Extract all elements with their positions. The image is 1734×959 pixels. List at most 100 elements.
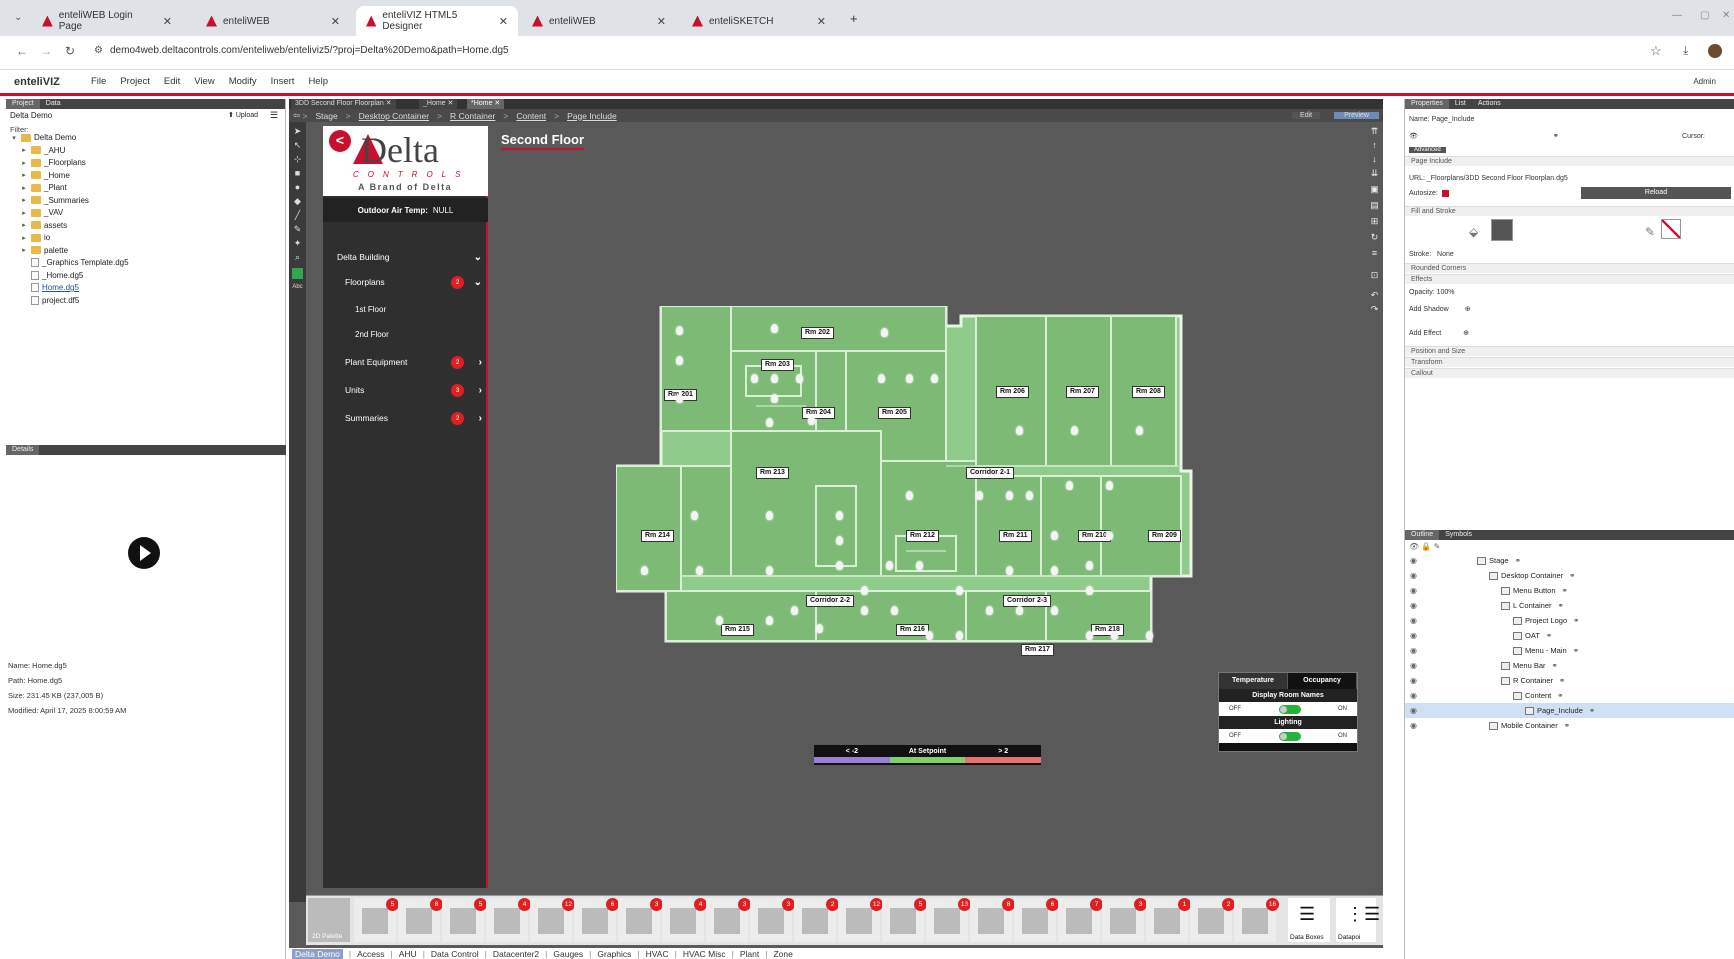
maximize-icon[interactable]: ▢ [1700,10,1709,21]
tree-folder[interactable]: ▾ Delta Demo [10,133,76,142]
outline-item[interactable]: ◉ OAT ⚭ [1405,628,1734,643]
palette-symbol[interactable]: 12 [530,898,575,942]
palette-category-tab[interactable]: Plant [740,949,759,959]
palette-symbol[interactable]: 6 [1014,898,1059,942]
expand-arrow-icon[interactable]: ▸ [20,146,28,154]
light-bulb-icon[interactable] [1016,606,1023,615]
fit-icon[interactable]: ⊡ [1369,270,1380,281]
url-input[interactable]: demo4web.deltacontrols.com/enteliweb/ent… [110,45,509,56]
lighting-toggle[interactable] [1278,731,1301,741]
link-icon[interactable]: ⚭ [1552,661,1558,670]
rounded-corners-section[interactable]: Rounded Corners [1405,263,1734,273]
lock-all-icon[interactable]: 🔒 [1421,542,1431,551]
light-bulb-icon[interactable] [796,374,803,383]
tree-folder[interactable]: ▸ _VAV [20,208,63,217]
light-bulb-icon[interactable] [1051,566,1058,575]
tree-folder[interactable]: ▸ _Plant [20,183,66,192]
room-label[interactable]: Rm 204 [802,407,835,419]
visibility-eye-icon[interactable]: ◉ [1410,661,1417,670]
visibility-eye-icon[interactable]: ◉ [1410,721,1417,730]
light-bulb-icon[interactable] [1146,631,1153,640]
palette-category-tab[interactable]: Delta Demo [292,948,343,959]
palette-category-tab[interactable]: Gauges [553,949,583,959]
room-label[interactable]: Rm 206 [996,386,1029,398]
menu-back-button[interactable]: < [329,130,351,152]
menu-project[interactable]: Project [120,76,150,87]
url-field[interactable]: _Floorplans/3DD Second Floor Floorplan.d… [1427,175,1568,182]
data-boxes-button[interactable]: ☰ Data Boxes [1288,898,1330,942]
tab-project[interactable]: Project [6,99,40,109]
direct-select-tool-icon[interactable]: ↖ [292,140,303,151]
outline-item[interactable]: ◉ Desktop Container ⚭ [1405,568,1734,583]
link-icon[interactable]: ⚭ [1557,691,1563,700]
light-bulb-icon[interactable] [1026,491,1033,500]
group-icon[interactable]: ▣ [1369,184,1380,195]
palette-symbol[interactable]: 6 [574,898,619,942]
forward-arrow-icon[interactable]: → [40,44,52,58]
room-label[interactable]: Rm 215 [721,624,754,636]
browser-tab-active[interactable]: enteliVIZ HTML5 Designer ✕ [356,6,518,36]
fill-color-swatch[interactable] [1491,219,1513,241]
visibility-eye-icon[interactable]: ◉ [1410,706,1417,715]
tree-folder[interactable]: ▸ palette [20,246,68,255]
palette-symbol[interactable]: 3 [750,898,795,942]
menu-edit[interactable]: Edit [164,76,180,87]
link-icon[interactable]: ⚭ [1573,616,1579,625]
pin-tool-icon[interactable]: ✦ [292,238,303,249]
line-tool-icon[interactable]: ╱ [292,210,303,221]
palette-symbol[interactable]: 8 [970,898,1015,942]
palette-symbol[interactable]: 8 [398,898,443,942]
undo-icon[interactable]: ↶ [1369,290,1380,301]
light-bulb-icon[interactable] [881,328,888,337]
light-bulb-icon[interactable] [691,511,698,520]
new-tab-icon[interactable]: + [850,11,858,26]
tab-data[interactable]: Data [40,99,67,109]
callout-section[interactable]: Callout [1405,368,1734,378]
light-bulb-icon[interactable] [836,561,843,570]
palette-category-tab[interactable]: Data Control [431,949,479,959]
send-backward-icon[interactable]: ↓ [1369,154,1380,165]
delta-menu-item[interactable]: Delta Building ⌄ [323,244,488,270]
room-label[interactable]: Corridor 2-2 [806,595,855,607]
light-bulb-icon[interactable] [751,374,758,383]
light-bulb-icon[interactable] [926,631,933,640]
collapse-arrow-icon[interactable]: ▾ [10,134,18,142]
room-label[interactable]: Rm 214 [641,530,674,542]
light-bulb-icon[interactable] [886,561,893,570]
tree-folder[interactable]: ▸ assets [20,221,67,230]
zoom-tool-icon[interactable]: ⌕ [292,252,303,263]
edit-icon[interactable]: ✎ [1434,542,1441,551]
tab-list-icon[interactable]: ⌄ [14,12,22,23]
delta-menu-item[interactable]: 1st Floor [323,296,488,322]
bring-front-icon[interactable]: ⇈ [1369,126,1380,137]
node-tool-icon[interactable]: ⊹ [292,154,303,165]
light-bulb-icon[interactable] [808,416,815,425]
text-tool-icon[interactable]: Abc [292,282,303,293]
palette-symbol[interactable]: 13 [926,898,971,942]
advanced-button[interactable]: Advanced [1409,147,1446,153]
polygon-tool-icon[interactable]: ◆ [292,196,303,207]
name-value-field[interactable]: Page_Include [1432,116,1475,123]
close-tab-icon[interactable]: ✕ [331,15,340,28]
download-icon[interactable]: ⤓ [1683,43,1688,58]
visibility-eye-icon[interactable]: ◉ [1410,676,1417,685]
light-bulb-icon[interactable] [836,536,843,545]
light-bulb-icon[interactable] [1106,531,1113,540]
light-bulb-icon[interactable] [891,606,898,615]
expand-arrow-icon[interactable]: ▸ [20,171,28,179]
palette-category-tab[interactable]: Access [357,949,384,959]
ungroup-icon[interactable]: ▤ [1369,200,1380,211]
room-label[interactable]: Rm 207 [1066,386,1099,398]
close-tab-icon[interactable]: ✕ [163,15,172,28]
fill-stroke-section[interactable]: Fill and Stroke [1405,206,1734,216]
autosize-checkbox[interactable] [1441,189,1449,197]
transform-section[interactable]: Transform [1405,357,1734,367]
light-bulb-icon[interactable] [931,374,938,383]
light-bulb-icon[interactable] [956,631,963,640]
expand-arrow-icon[interactable]: ▸ [20,221,28,229]
outline-item[interactable]: ◉ R Container ⚭ [1405,673,1734,688]
tab-list[interactable]: List [1449,99,1472,109]
expand-arrow-icon[interactable]: ▸ [20,234,28,242]
light-bulb-icon[interactable] [976,491,983,500]
light-bulb-icon[interactable] [1086,631,1093,640]
